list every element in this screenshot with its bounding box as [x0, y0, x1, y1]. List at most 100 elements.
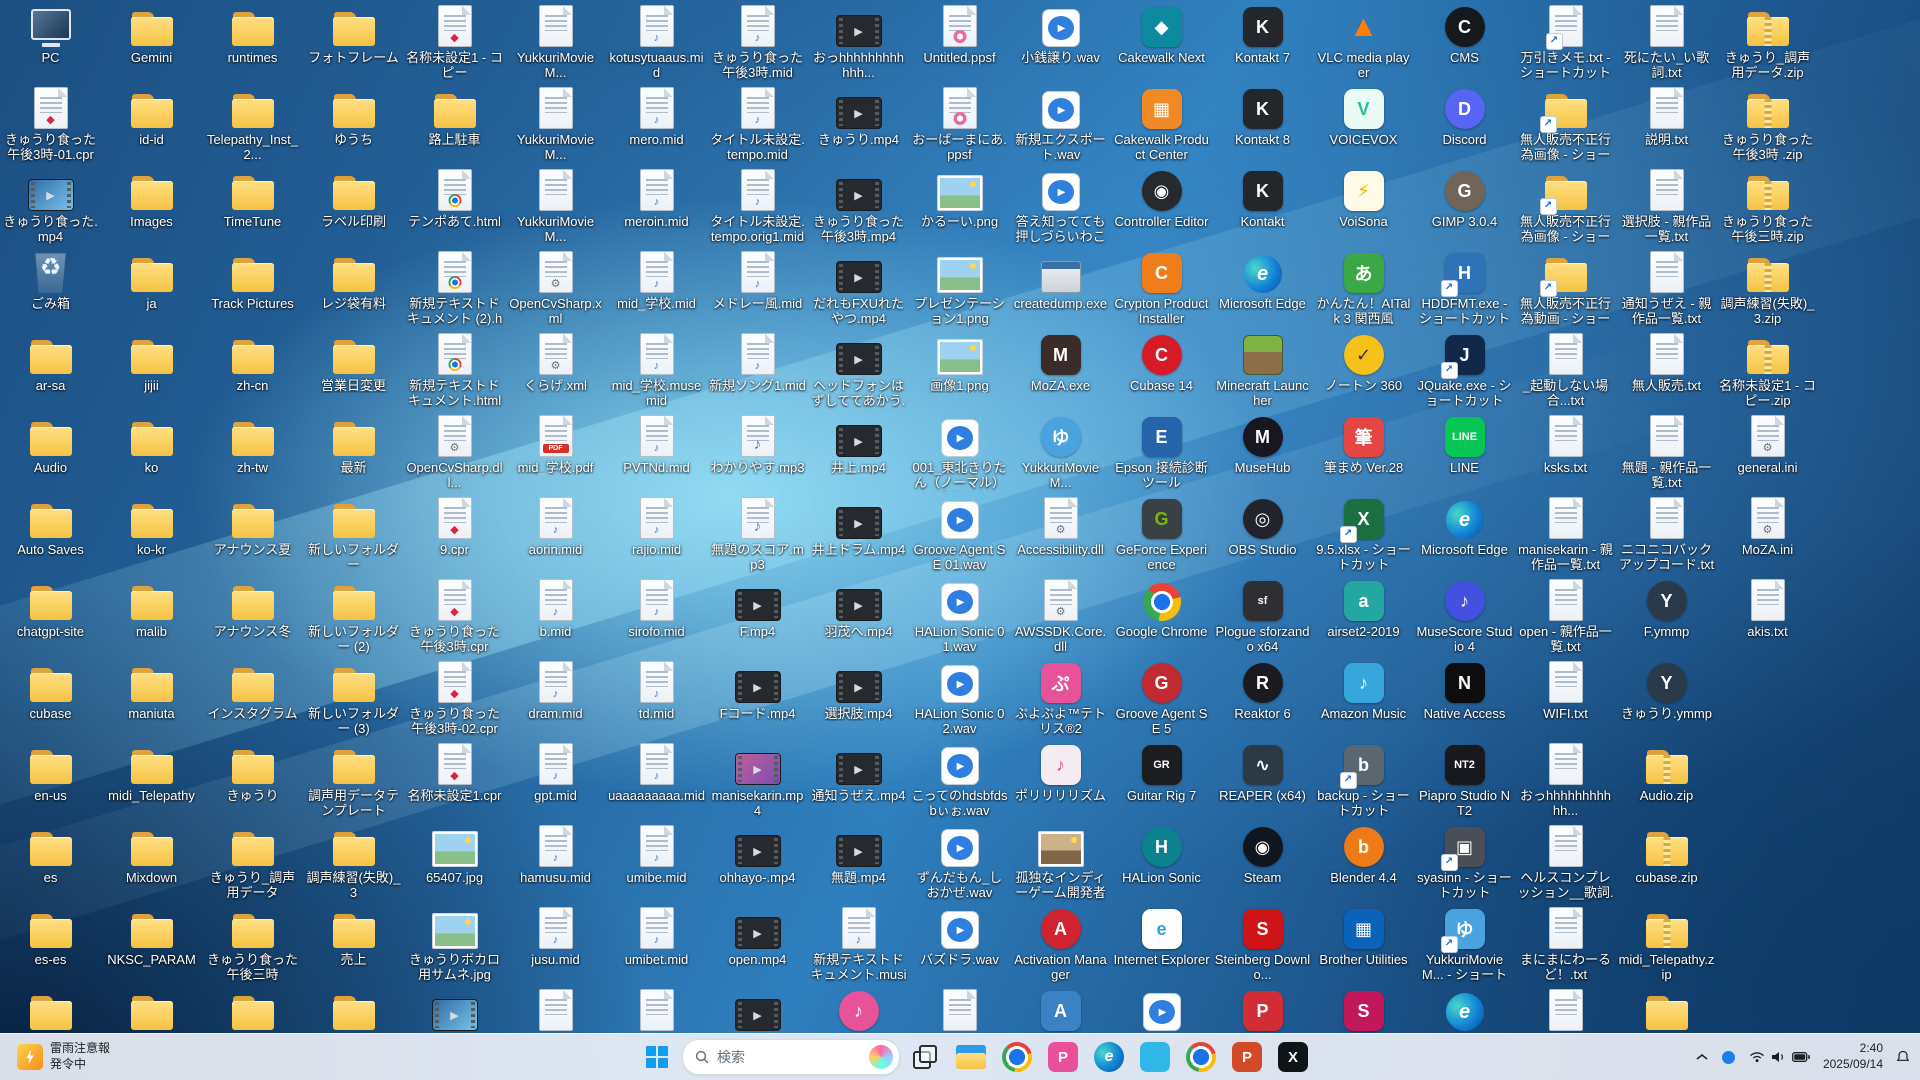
- taskbar-app-powerpoint[interactable]: P: [1226, 1037, 1268, 1077]
- desktop-icon[interactable]: ▶HALion Sonic 02.wav: [909, 661, 1010, 737]
- desktop-icon[interactable]: ar-sa: [0, 333, 101, 393]
- desktop-icon[interactable]: ◉Steam: [1212, 825, 1313, 885]
- search-box[interactable]: 検索: [682, 1039, 900, 1075]
- desktop-icon[interactable]: ▶小銭譲り.wav: [1010, 5, 1111, 65]
- desktop-icon[interactable]: ♪td.mid: [606, 661, 707, 721]
- desktop-icon[interactable]: ⚙general.ini: [1717, 415, 1818, 475]
- desktop-icon[interactable]: 最新: [303, 415, 404, 475]
- desktop-icon[interactable]: J↗JQuake.exe - ショートカット: [1414, 333, 1515, 409]
- desktop-icon[interactable]: ▦Cakewalk Product Center: [1111, 87, 1212, 163]
- desktop-icon[interactable]: 通知うぜえ - 親作品一覧.txt: [1616, 251, 1717, 327]
- desktop-icon[interactable]: ◉Controller Editor: [1111, 169, 1212, 229]
- desktop-icon[interactable]: Untitled.ppsf: [909, 5, 1010, 65]
- desktop-icon[interactable]: きゅうり_調声用データ.zip: [1717, 5, 1818, 81]
- desktop-icon[interactable]: 新しいフォルダー (3): [303, 661, 404, 737]
- desktop-icon[interactable]: midi_Telepathy.zip: [1616, 907, 1717, 983]
- desktop-icon[interactable]: en-us: [0, 743, 101, 803]
- desktop-icon[interactable]: Auto Saves: [0, 497, 101, 557]
- desktop-icon[interactable]: ♪Amazon Music: [1313, 661, 1414, 721]
- desktop-icon[interactable]: akis.txt: [1717, 579, 1818, 639]
- desktop-icon[interactable]: 営業日変更: [303, 333, 404, 393]
- desktop-icon[interactable]: ↗無人販売不正行為画像 - ショートカッ...: [1515, 87, 1616, 164]
- desktop-icon[interactable]: ♪sirofo.mid: [606, 579, 707, 639]
- desktop-icon[interactable]: Google Chrome: [1111, 579, 1212, 639]
- desktop-icon[interactable]: ♪無題のスコア.mp3: [707, 497, 808, 573]
- start-button[interactable]: [636, 1037, 678, 1077]
- desktop-icon[interactable]: YukkuriMovieM...: [505, 5, 606, 81]
- desktop-icon[interactable]: ♪ポリリリリズム: [1010, 743, 1111, 803]
- desktop-icon[interactable]: GGeForce Experience: [1111, 497, 1212, 573]
- desktop-icon[interactable]: ♪meroin.mid: [606, 169, 707, 229]
- desktop-icon[interactable]: ⚙MoZA.ini: [1717, 497, 1818, 557]
- desktop-icon[interactable]: ▶: [404, 989, 505, 1034]
- desktop-icon[interactable]: KKontakt 7: [1212, 5, 1313, 65]
- desktop-icon[interactable]: きゅうり_調声用データ: [202, 825, 303, 901]
- desktop-icon[interactable]: ksks.txt: [1515, 415, 1616, 475]
- desktop-icon[interactable]: bBlender 4.4: [1313, 825, 1414, 885]
- desktop-icon[interactable]: ♪きゅうり食った午後3時.mid: [707, 5, 808, 81]
- desktop-icon[interactable]: eMicrosoft Edge: [1212, 251, 1313, 311]
- desktop-icon[interactable]: ◆名称未設定1 - コピー: [404, 5, 505, 81]
- desktop-icon[interactable]: きゅうり: [202, 743, 303, 803]
- desktop-icon[interactable]: ラベル印刷: [303, 169, 404, 229]
- desktop-icon[interactable]: ♪dram.mid: [505, 661, 606, 721]
- desktop-icon[interactable]: Yきゅうり.ymmp: [1616, 661, 1717, 721]
- desktop-icon[interactable]: 新しいフォルダー (2): [303, 579, 404, 655]
- desktop-icon[interactable]: midi_Telepathy: [101, 743, 202, 803]
- desktop-icon[interactable]: id-id: [101, 87, 202, 147]
- desktop-icon[interactable]: ⚙AWSSDK.Core.dll: [1010, 579, 1111, 655]
- desktop-icon[interactable]: ↗万引きメモ.txt - ショートカット: [1515, 5, 1616, 81]
- desktop-icon[interactable]: ▶井上ドラム.mp4: [808, 497, 909, 557]
- desktop-icon[interactable]: あかんたん！AITalk 3 関西風: [1313, 251, 1414, 327]
- desktop-icon[interactable]: ▶通知うぜえ.mp4: [808, 743, 909, 803]
- desktop-icon[interactable]: ゆうち: [303, 87, 404, 147]
- desktop-icon[interactable]: ♪: [808, 989, 909, 1034]
- desktop-icon[interactable]: open - 親作品一覧.txt: [1515, 579, 1616, 655]
- desktop-icon[interactable]: ▶ヘッドフォンはずしててあかう.mp4: [808, 333, 909, 410]
- taskbar-app-multicolor-app[interactable]: [1180, 1037, 1222, 1077]
- desktop-icon[interactable]: DDiscord: [1414, 87, 1515, 147]
- desktop-icon[interactable]: ↗無人販売不正行為動画 - ショートカット: [1515, 251, 1616, 328]
- desktop-icon[interactable]: ♪わかりやす.mp3: [707, 415, 808, 475]
- desktop-icon[interactable]: ▶open.mp4: [707, 907, 808, 967]
- desktop-icon[interactable]: ♪新規テキストドキュメント.musicxml: [808, 907, 909, 984]
- desktop-icon[interactable]: eInternet Explorer: [1111, 907, 1212, 967]
- desktop-icon[interactable]: sfPlogue sforzando x64: [1212, 579, 1313, 655]
- desktop-icon[interactable]: ▶きゅうり.mp4: [808, 87, 909, 147]
- desktop-icon[interactable]: createdump.exe: [1010, 251, 1111, 311]
- desktop-icon[interactable]: ♪タイトル未設定.tempo.mid: [707, 87, 808, 163]
- desktop-icon[interactable]: [1616, 989, 1717, 1034]
- weather-widget[interactable]: 雷雨注意報 発令中: [8, 1038, 119, 1075]
- desktop-icon[interactable]: ▣↗syasinn - ショートカット: [1414, 825, 1515, 901]
- tray-status-cluster[interactable]: [1743, 1039, 1816, 1075]
- desktop-icon[interactable]: ▶Fコード.mp4: [707, 661, 808, 721]
- desktop-icon[interactable]: GGIMP 3.0.4: [1414, 169, 1515, 229]
- desktop-icon[interactable]: P: [1212, 989, 1313, 1034]
- desktop-icon[interactable]: 画像1.png: [909, 333, 1010, 393]
- desktop-icon[interactable]: ぷぷよぷよ™テトリス®2: [1010, 661, 1111, 737]
- desktop-icon[interactable]: ✓ノートン 360: [1313, 333, 1414, 393]
- desktop-icon[interactable]: おっhhhhhhhhhhh...: [1515, 743, 1616, 819]
- desktop-icon[interactable]: Images: [101, 169, 202, 229]
- desktop-icon[interactable]: malib: [101, 579, 202, 639]
- clock[interactable]: 2:40 2025/09/14: [1817, 1039, 1889, 1075]
- desktop-icon[interactable]: aairset2-2019: [1313, 579, 1414, 639]
- desktop-icon[interactable]: ▲VLC media player: [1313, 5, 1414, 81]
- desktop-icon[interactable]: ♪aorin.mid: [505, 497, 606, 557]
- desktop-icon[interactable]: ko-kr: [101, 497, 202, 557]
- desktop-icon[interactable]: ▶HALion Sonic 01.wav: [909, 579, 1010, 655]
- desktop-icon[interactable]: ♪新規ソング1.mid: [707, 333, 808, 393]
- desktop-icon[interactable]: NT2Piapro Studio NT2: [1414, 743, 1515, 819]
- desktop-icon[interactable]: ♪b.mid: [505, 579, 606, 639]
- desktop-icon[interactable]: VVOICEVOX: [1313, 87, 1414, 147]
- desktop-icon[interactable]: きゅうり食った午後三時: [202, 907, 303, 983]
- desktop-icon[interactable]: MMoZA.exe: [1010, 333, 1111, 393]
- desktop-icon[interactable]: es-es: [0, 907, 101, 967]
- desktop-icon[interactable]: ∿REAPER (x64): [1212, 743, 1313, 803]
- desktop-icon[interactable]: zh-cn: [202, 333, 303, 393]
- desktop-icon[interactable]: ◆9.cpr: [404, 497, 505, 557]
- desktop-icon[interactable]: 無人販売.txt: [1616, 333, 1717, 393]
- desktop-icon[interactable]: ⚙OpenCvSharp.dll...: [404, 415, 505, 491]
- desktop-icon[interactable]: アナウンス夏: [202, 497, 303, 557]
- desktop-icon[interactable]: ▦Brother Utilities: [1313, 907, 1414, 967]
